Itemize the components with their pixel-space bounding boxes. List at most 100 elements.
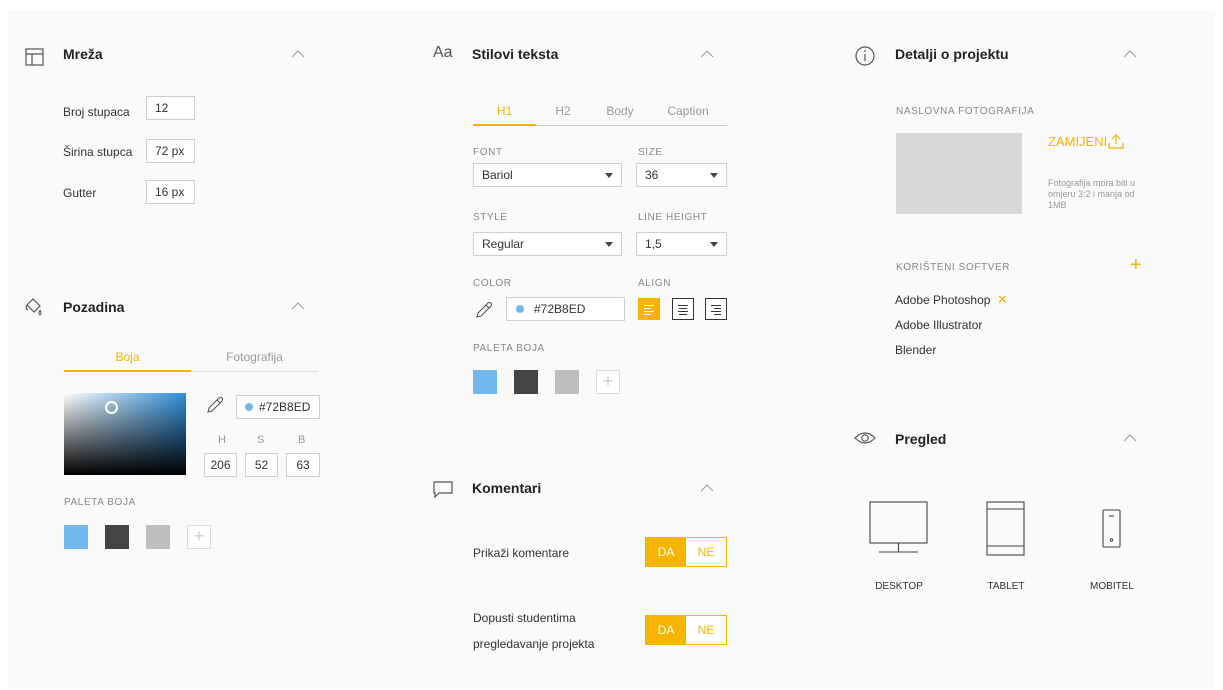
desktop-preview-icon[interactable] <box>869 501 929 555</box>
device-label-desktop: DESKTOP <box>875 581 923 592</box>
palette-swatch-dark[interactable] <box>105 525 129 549</box>
style-select[interactable]: Regular <box>473 232 622 256</box>
tab-active-indicator <box>64 370 191 372</box>
color-picker-handle[interactable] <box>105 401 118 414</box>
font-label: FONT <box>473 147 503 158</box>
style-select-value: Regular <box>482 237 525 251</box>
prikazi-komentare-toggle[interactable]: DA NE <box>645 537 727 567</box>
device-label-mobitel: MOBITEL <box>1090 581 1134 592</box>
font-select-value: Bariol <box>482 168 513 182</box>
dopusti-label-line2: pregledavanje projekta <box>473 637 595 651</box>
software-label: KORIŠTENI SOFTVER <box>896 262 1011 273</box>
toggle-ne[interactable]: NE <box>686 616 726 644</box>
tablet-preview-icon[interactable] <box>986 501 1026 557</box>
tab-fotografija[interactable]: Fotografija <box>191 350 318 364</box>
align-label: ALIGN <box>638 278 672 289</box>
software-item-illustrator: Adobe Illustrator <box>895 318 983 332</box>
hsb-label-s: S <box>257 434 265 446</box>
palette-swatch-gray[interactable] <box>146 525 170 549</box>
gutter-input[interactable]: 16 px <box>146 180 195 204</box>
section-title-stilovi: Stilovi teksta <box>472 46 559 62</box>
dropdown-arrow-icon <box>710 173 718 178</box>
line-height-select-value: 1,5 <box>645 237 662 251</box>
hue-input[interactable]: 206 <box>204 453 237 477</box>
comment-icon <box>433 481 453 499</box>
add-palette-color-button[interactable]: + <box>596 370 620 394</box>
collapse-chevron-icon[interactable] <box>1123 50 1137 58</box>
dopusti-pregled-toggle[interactable]: DA NE <box>645 615 727 645</box>
grid-layout-icon <box>25 48 44 66</box>
dopusti-label-line1: Dopusti studentima <box>473 611 576 625</box>
color-picker-gradient[interactable] <box>64 393 186 475</box>
paint-bucket-icon <box>25 298 42 316</box>
info-icon <box>855 46 875 66</box>
dropdown-arrow-icon <box>710 242 718 247</box>
tab-h2[interactable]: H2 <box>536 104 590 118</box>
tab-body[interactable]: Body <box>590 104 650 118</box>
remove-software-button[interactable]: ✕ <box>997 292 1008 308</box>
photo-hint-line2: omjeru 3:2 i manja od <box>1048 189 1135 199</box>
palette-swatch-gray[interactable] <box>555 370 579 394</box>
collapse-chevron-icon[interactable] <box>700 484 714 492</box>
color-label: COLOR <box>473 278 512 289</box>
sirina-stupca-input[interactable]: 72 px <box>146 139 195 163</box>
font-select[interactable]: Bariol <box>473 163 622 187</box>
hsb-label-h: H <box>218 434 226 446</box>
section-title-mreza: Mreža <box>63 46 103 62</box>
line-height-label: LINE HEIGHT <box>638 212 708 223</box>
palette-label: PALETA BOJA <box>473 343 545 354</box>
palette-swatch-blue[interactable] <box>64 525 88 549</box>
software-item-blender: Blender <box>895 343 937 357</box>
tab-h1[interactable]: H1 <box>473 104 536 118</box>
size-label: SIZE <box>638 147 663 158</box>
saturation-input[interactable]: 52 <box>245 453 278 477</box>
replace-photo-button[interactable]: ZAMIJENI <box>1048 134 1107 149</box>
style-label: STYLE <box>473 212 508 223</box>
eyedropper-icon[interactable] <box>474 300 494 320</box>
add-software-button[interactable]: + <box>1130 255 1142 275</box>
size-select-value: 36 <box>645 168 659 182</box>
photo-hint-line3: 1MB <box>1048 200 1067 210</box>
palette-swatch-blue[interactable] <box>473 370 497 394</box>
field-label-gutter: Gutter <box>63 186 97 200</box>
section-title-komentari: Komentari <box>472 480 542 496</box>
align-left-button[interactable] <box>638 298 660 320</box>
section-title-detalji: Detalji o projektu <box>895 46 1009 62</box>
upload-icon[interactable] <box>1107 132 1125 150</box>
cover-photo-label: NASLOVNA FOTOGRAFIJA <box>896 106 1035 117</box>
toggle-ne[interactable]: NE <box>686 538 726 566</box>
broj-stupaca-input[interactable]: 12 <box>146 96 195 120</box>
palette-label: PALETA BOJA <box>64 497 136 508</box>
collapse-chevron-icon[interactable] <box>291 50 305 58</box>
color-dot <box>516 305 524 313</box>
software-item-photoshop: Adobe Photoshop <box>895 293 991 307</box>
collapse-chevron-icon[interactable] <box>700 50 714 58</box>
eyedropper-icon[interactable] <box>205 395 225 415</box>
tab-caption[interactable]: Caption <box>650 104 726 118</box>
section-title-pregled: Pregled <box>895 431 947 447</box>
dropdown-arrow-icon <box>605 173 613 178</box>
color-dot <box>245 403 253 411</box>
align-right-button[interactable] <box>705 298 727 320</box>
size-select[interactable]: 36 <box>636 163 727 187</box>
toggle-da[interactable]: DA <box>646 538 686 566</box>
text-style-icon: Aa <box>433 44 453 61</box>
palette-swatch-dark[interactable] <box>514 370 538 394</box>
field-label-sirina-stupca: Širina stupca <box>63 145 133 159</box>
align-center-button[interactable] <box>672 298 694 320</box>
eye-icon <box>854 432 876 444</box>
toggle-da[interactable]: DA <box>646 616 686 644</box>
line-height-select[interactable]: 1,5 <box>636 232 727 256</box>
cover-photo-placeholder[interactable] <box>896 133 1022 214</box>
collapse-chevron-icon[interactable] <box>291 302 305 310</box>
brightness-input[interactable]: 63 <box>286 453 320 477</box>
add-palette-color-button[interactable]: + <box>187 525 211 549</box>
photo-hint-line1: Fotografija mora biti u <box>1048 178 1136 188</box>
collapse-chevron-icon[interactable] <box>1123 434 1137 442</box>
tab-active-indicator <box>473 124 536 126</box>
mobile-preview-icon[interactable] <box>1102 509 1122 549</box>
tab-boja[interactable]: Boja <box>64 350 191 364</box>
settings-canvas: Mreža Broj stupaca 12 Širina stupca 72 p… <box>8 10 1215 688</box>
prikazi-komentare-label: Prikaži komentare <box>473 546 570 560</box>
section-title-pozadina: Pozadina <box>63 299 125 315</box>
